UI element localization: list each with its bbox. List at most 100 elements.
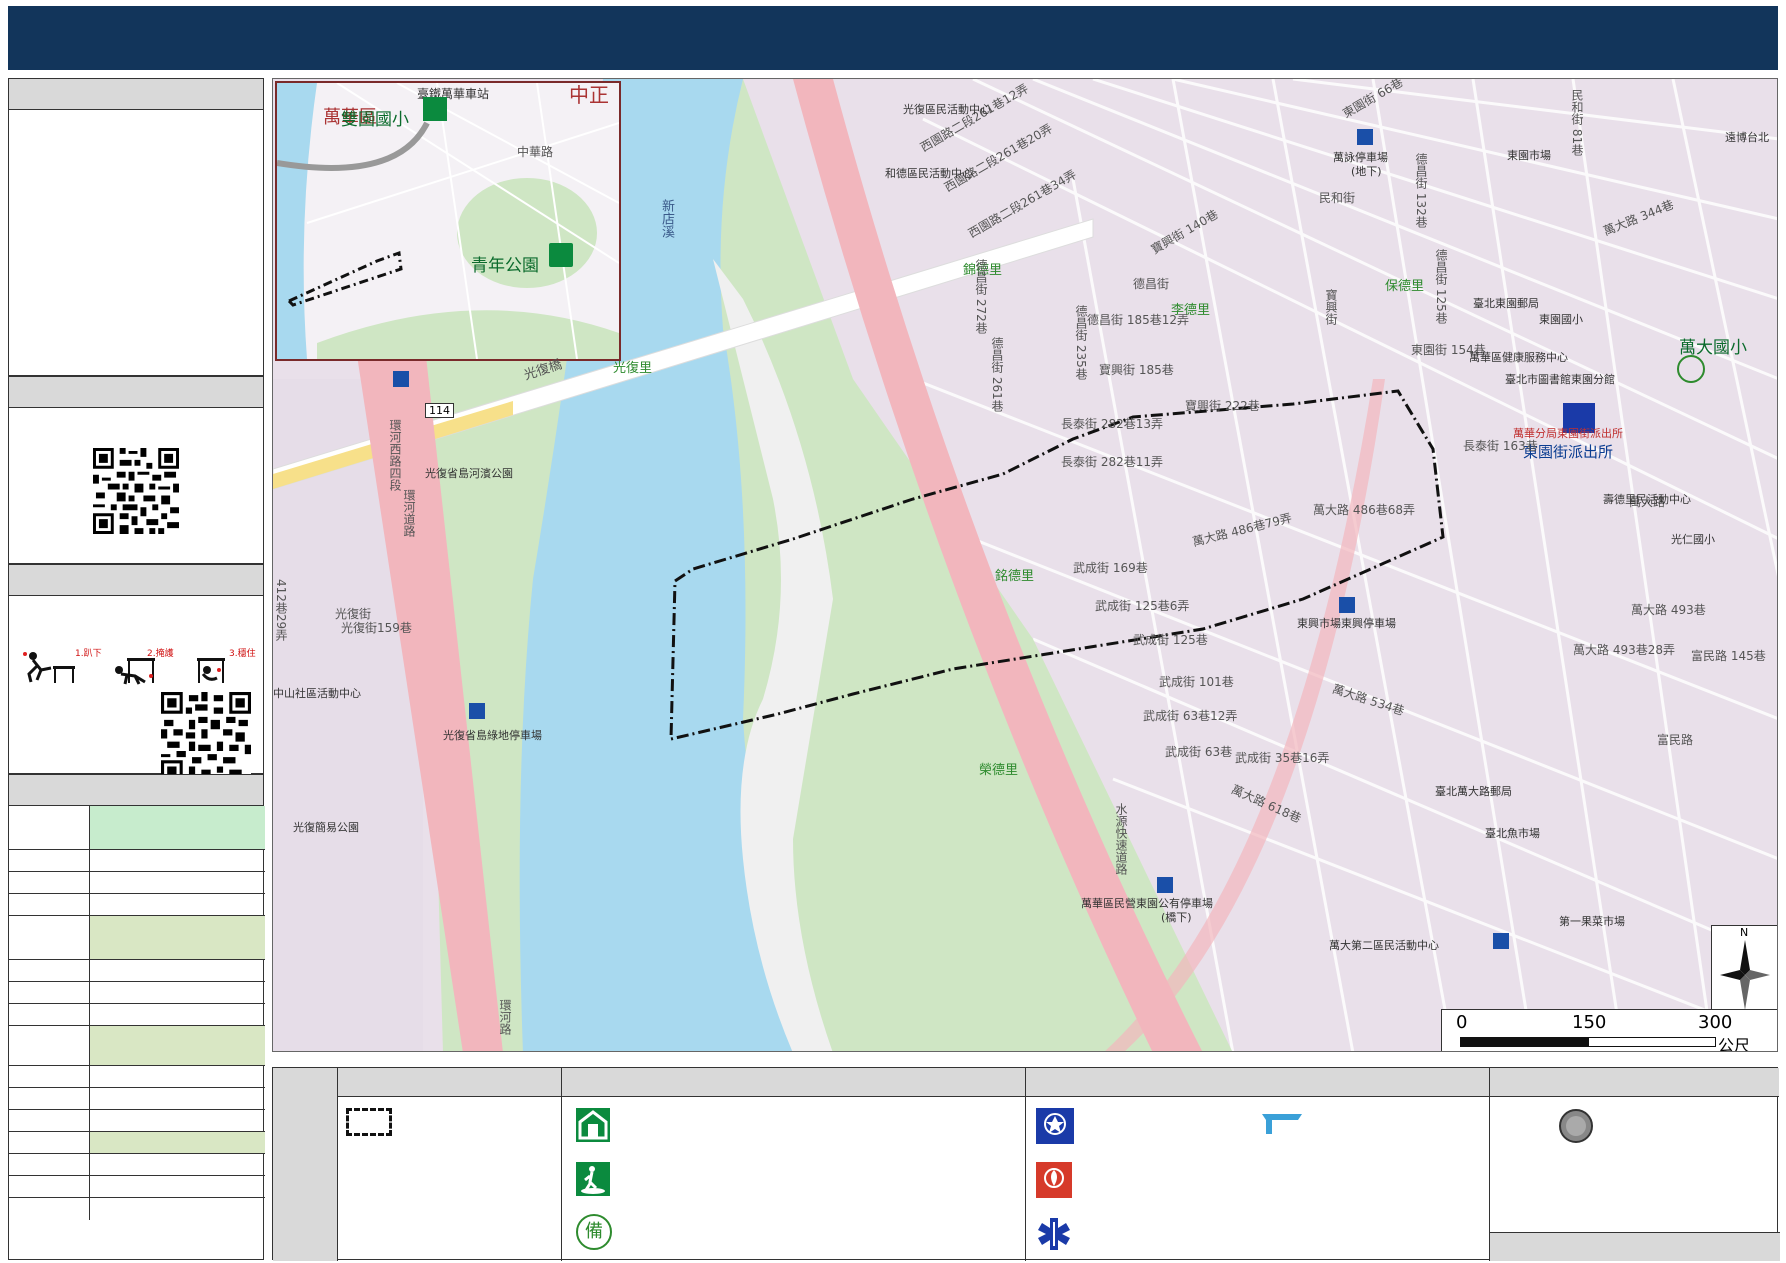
shelter-icon (576, 1108, 610, 1142)
table-row (9, 1026, 265, 1066)
road-label: 德昌街 125巷 (1434, 249, 1448, 324)
inset-road-label: 中華路 (517, 145, 554, 159)
reserve-icon: 備 (576, 1214, 612, 1250)
poi-label: 臺北東園郵局 (1473, 297, 1539, 310)
road-label: 武成街 125巷 (1133, 633, 1208, 647)
table-row (9, 806, 265, 850)
road-label: 萬大路 493巷 (1631, 603, 1706, 617)
side-panel: 1.趴下 2.掩護 3.穩住 (8, 78, 265, 1260)
fire-icon (1036, 1162, 1072, 1198)
road-label: 富民路 145巷 (1691, 649, 1766, 663)
qr-code-icon[interactable] (93, 448, 179, 534)
scale-tick-0: 0 (1456, 1012, 1468, 1033)
scale-segment-dark (1460, 1037, 1588, 1047)
legend-col-services (1025, 1068, 1489, 1261)
road-label: 民和街 (1319, 191, 1356, 205)
header-banner (8, 6, 1778, 70)
table-row (9, 1132, 265, 1154)
road-label: 長泰街 282巷13弄 (1061, 417, 1163, 431)
poi-label: 和德區民活動中心 (885, 167, 973, 180)
evacuation-icon (576, 1162, 610, 1196)
road-label: 武成街 169巷 (1073, 561, 1148, 575)
road-label: 德昌街 185巷12弄 (1087, 313, 1189, 327)
road-label: 環河道路 (402, 489, 416, 537)
table-row (9, 1004, 265, 1026)
info-panel-body (8, 110, 264, 376)
contacts-table (8, 806, 265, 1260)
road-label: 武成街 63巷 (1165, 745, 1233, 759)
road-label: 萬大路 486巷68弄 (1313, 503, 1415, 517)
table-row (9, 872, 265, 894)
road-label: 環河路 (498, 999, 512, 1035)
poi-label: (地下) (1351, 165, 1382, 178)
north-arrow-icon (1720, 940, 1770, 1010)
parking-icon (1357, 129, 1373, 145)
main-map[interactable]: 臺鐵萬華車站 萬華區 雙園國小 中正 中華路 青年公園 新店溪 光復橋 114 … (272, 78, 1778, 1052)
table-row (9, 916, 265, 960)
table-cell-highlight (90, 916, 265, 959)
road-label: 412巷29弄 (274, 579, 288, 642)
road-label: 環河西路四段 (388, 419, 402, 491)
poi-label: 萬華區民營東園公有停車場 (1081, 897, 1213, 910)
poi-label: 萬華區健康服務中心 (1469, 351, 1568, 364)
road-label: 武成街 101巷 (1159, 675, 1234, 689)
area-label-baode: 保德里 (1385, 279, 1425, 294)
road-label: 富民路 (1657, 733, 1694, 747)
legend-col-other (1489, 1068, 1780, 1261)
evacuation-icon (549, 243, 573, 267)
parking-icon (393, 371, 409, 387)
legend-col-shelters: 備 (561, 1068, 1025, 1261)
table-cell-highlight (90, 1132, 265, 1153)
legend-footer-cell (1490, 1232, 1780, 1261)
road-label: 光復街159巷 (341, 621, 412, 635)
poi-label: 萬大第二區民活動中心 (1329, 939, 1439, 952)
qr-code-drill-icon[interactable] (161, 692, 251, 782)
poi-label: 臺北萬大路郵局 (1435, 785, 1512, 798)
shelter-icon (423, 97, 447, 121)
poi-label: 東園國小 (1539, 313, 1583, 326)
river-label: 新店溪 (659, 199, 674, 238)
road-label: 水源快速道路 (1114, 803, 1128, 875)
parking-icon (469, 703, 485, 719)
table-row (9, 1154, 265, 1176)
poi-label: 壽德里民活動中心 (1603, 493, 1691, 506)
panel-header-table (8, 774, 264, 806)
drill-panel-body: 1.趴下 2.掩護 3.穩住 (8, 596, 264, 782)
area-label-guangfu: 光復里 (613, 361, 653, 376)
road-label: 德昌街 (1133, 277, 1170, 291)
drill-step-cover: 2.掩護 (147, 649, 174, 659)
road-label: 武成街 63巷12弄 (1143, 709, 1238, 723)
legend-title-cell (273, 1068, 337, 1261)
police-icon (1036, 1108, 1074, 1144)
road-label: 萬大路 493巷28弄 (1573, 643, 1675, 657)
poi-label: 第一果菜市場 (1559, 915, 1625, 928)
poi-label: 臺北市圖書館東園分館 (1505, 373, 1615, 386)
poi-label: 萬華分局東園街派出所 (1513, 427, 1623, 440)
poi-label: 光復省島綠地停車場 (443, 729, 542, 742)
panel-header-drill (8, 564, 264, 596)
circle-marker-icon (1559, 1109, 1593, 1143)
area-label-rongde: 榮德里 (979, 763, 1019, 778)
reserve-icon (1677, 355, 1705, 383)
road-label: 德昌街 132巷 (1414, 153, 1428, 228)
poi-label: 光仁國小 (1671, 533, 1715, 546)
north-arrow: N (1711, 925, 1777, 1013)
map-legend: 備 (272, 1067, 1780, 1261)
medical-icon (1038, 1218, 1070, 1250)
parking-icon (1157, 877, 1173, 893)
poi-label: (橋下) (1161, 911, 1192, 924)
scale-unit: 公尺 (1718, 1036, 1751, 1052)
table-row (9, 894, 265, 916)
drill-step-hold: 3.穩住 (229, 649, 256, 659)
panel-header-qr (8, 376, 264, 408)
table-cell-highlight (90, 806, 265, 849)
road-label: 寶興街 (1324, 289, 1338, 325)
poi-label: 光復省島河濱公園 (425, 467, 513, 480)
poi-label: 遠博台北 (1725, 131, 1769, 144)
poi-label: 光復簡易公園 (293, 821, 359, 834)
inset-map[interactable]: 臺鐵萬華車站 萬華區 雙園國小 中正 中華路 青年公園 (275, 81, 621, 361)
poi-label: 臺北魚市場 (1485, 827, 1540, 840)
table-row (9, 1110, 265, 1132)
scale-tick-1: 150 (1572, 1012, 1607, 1033)
boundary-symbol (346, 1108, 392, 1136)
